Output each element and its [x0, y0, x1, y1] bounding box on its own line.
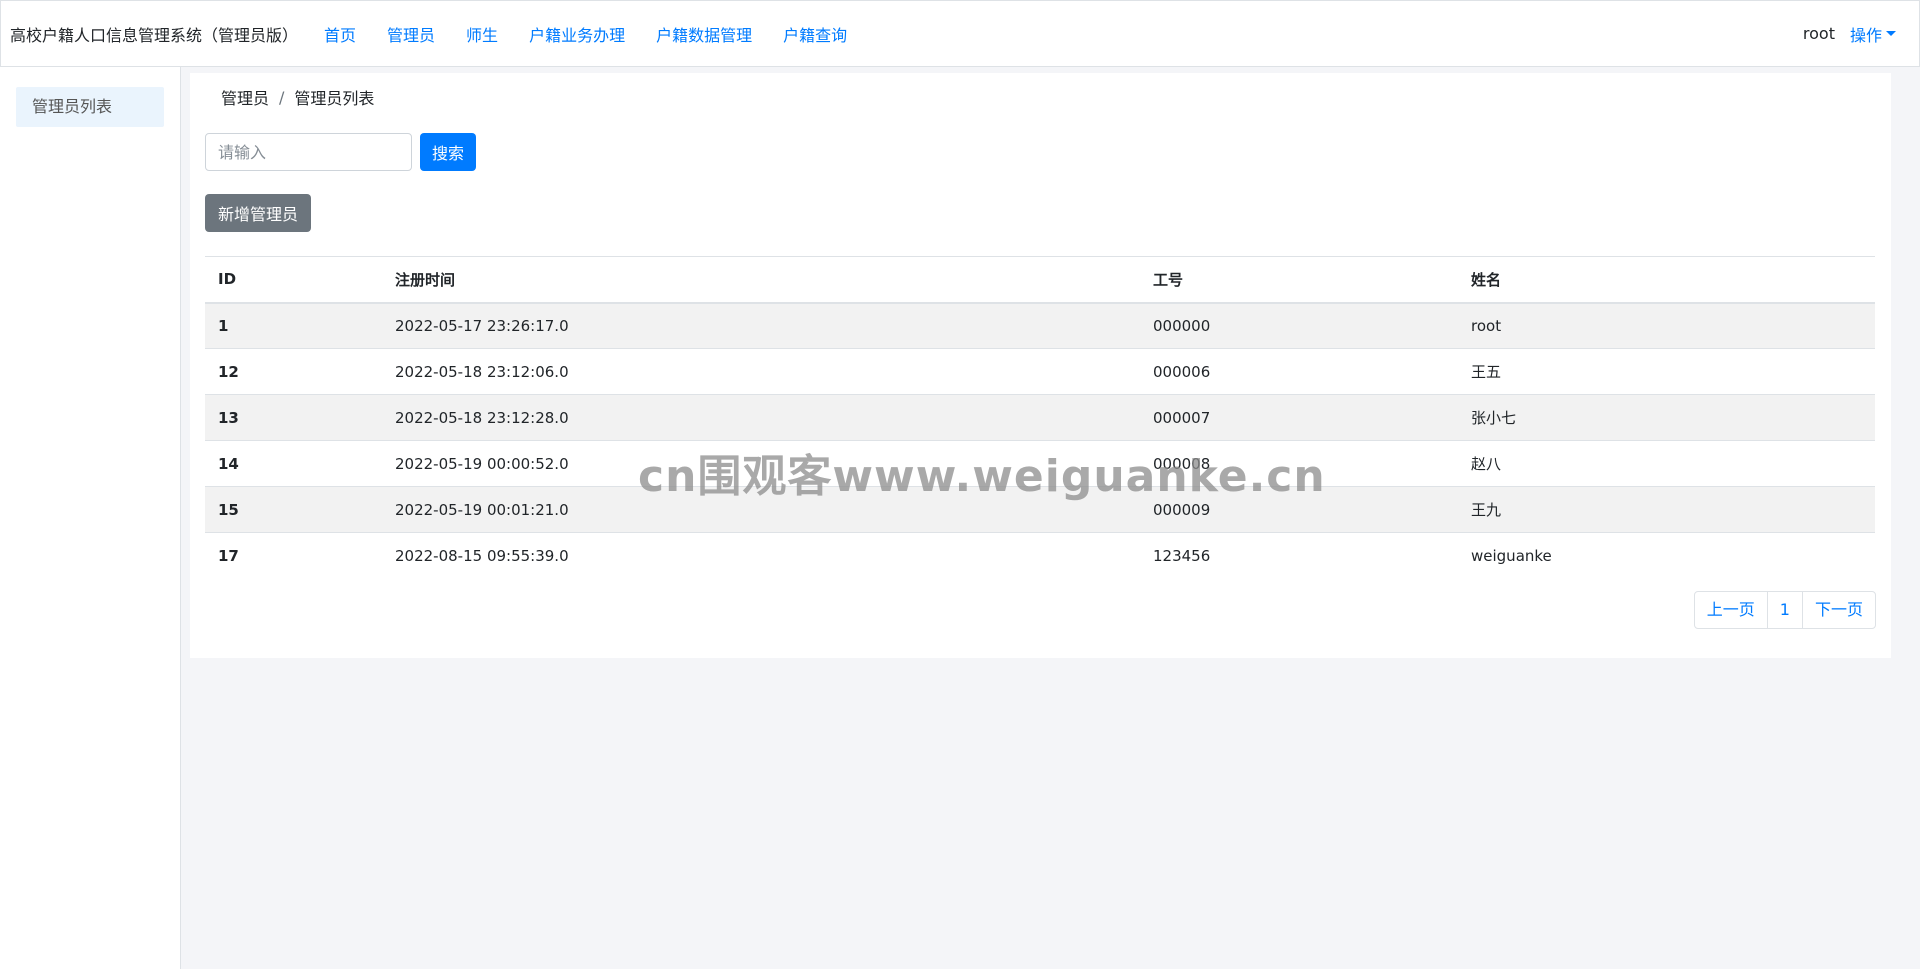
- breadcrumb: 管理员 / 管理员列表: [205, 73, 1876, 121]
- search-input[interactable]: [205, 133, 412, 171]
- cell-register-time: 2022-05-17 23:26:17.0: [382, 302, 1140, 349]
- cell-id: 17: [205, 532, 382, 579]
- cell-staff-number: 000009: [1140, 486, 1458, 533]
- page-number-button[interactable]: 1: [1766, 590, 1803, 629]
- table-row: 15 2022-05-19 00:01:21.0 000009 王九: [205, 486, 1875, 533]
- cell-id: 12: [205, 348, 382, 395]
- nav-link-registration-query[interactable]: 户籍查询: [783, 22, 847, 46]
- app-title: 高校户籍人口信息管理系统（管理员版）: [10, 25, 299, 45]
- cell-name: 王九: [1458, 486, 1875, 533]
- operations-label: 操作: [1849, 25, 1882, 45]
- search-row: 搜索: [205, 133, 1876, 171]
- nav-link-registration-data[interactable]: 户籍数据管理: [656, 22, 752, 46]
- nav-right: root 操作: [1803, 22, 1910, 46]
- cell-staff-number: 000000: [1140, 302, 1458, 349]
- column-header-id: ID: [205, 256, 382, 304]
- cell-staff-number: 000008: [1140, 440, 1458, 487]
- cell-id: 14: [205, 440, 382, 487]
- cell-register-time: 2022-05-19 00:01:21.0: [382, 486, 1140, 533]
- cell-id: 1: [205, 302, 382, 349]
- breadcrumb-separator: /: [279, 87, 285, 107]
- cell-name: root: [1458, 302, 1875, 349]
- table-row: 13 2022-05-18 23:12:28.0 000007 张小七: [205, 394, 1875, 441]
- column-header-register-time: 注册时间: [382, 256, 1140, 304]
- next-page-button[interactable]: 下一页: [1801, 590, 1876, 629]
- cell-name: weiguanke: [1458, 532, 1875, 579]
- admin-table: ID 注册时间 工号 姓名 1 2022-05-17 23:26:17.0 00…: [205, 256, 1875, 579]
- cell-staff-number: 123456: [1140, 532, 1458, 579]
- cell-register-time: 2022-08-15 09:55:39.0: [382, 532, 1140, 579]
- caret-down-icon: [1886, 31, 1896, 36]
- pagination: 上一页 1 下一页: [205, 590, 1876, 629]
- cell-staff-number: 000006: [1140, 348, 1458, 395]
- cell-register-time: 2022-05-19 00:00:52.0: [382, 440, 1140, 487]
- breadcrumb-current: 管理员列表: [294, 89, 375, 108]
- nav-links: 首页 管理员 师生 户籍业务办理 户籍数据管理 户籍查询: [324, 22, 878, 46]
- table-row: 12 2022-05-18 23:12:06.0 000006 王五: [205, 348, 1875, 395]
- sidebar: 管理员列表: [0, 67, 181, 969]
- sidebar-item-admin-list[interactable]: 管理员列表: [16, 87, 164, 127]
- prev-page-button[interactable]: 上一页: [1693, 590, 1768, 629]
- table-row: 14 2022-05-19 00:00:52.0 000008 赵八: [205, 440, 1875, 487]
- column-header-name: 姓名: [1458, 256, 1875, 304]
- nav-link-home[interactable]: 首页: [324, 22, 356, 46]
- table-header-row: ID 注册时间 工号 姓名: [205, 256, 1875, 304]
- nav-link-registration-business[interactable]: 户籍业务办理: [529, 22, 625, 46]
- cell-staff-number: 000007: [1140, 394, 1458, 441]
- current-user: root: [1802, 24, 1835, 43]
- cell-name: 张小七: [1458, 394, 1875, 441]
- breadcrumb-parent[interactable]: 管理员: [221, 85, 269, 109]
- table-row: 1 2022-05-17 23:26:17.0 000000 root: [205, 302, 1875, 349]
- cell-register-time: 2022-05-18 23:12:28.0: [382, 394, 1140, 441]
- main-content: 管理员 / 管理员列表 搜索 新增管理员 ID 注册时间 工号 姓名 1 202…: [190, 73, 1891, 658]
- cell-register-time: 2022-05-18 23:12:06.0: [382, 348, 1140, 395]
- nav-link-admin[interactable]: 管理员: [387, 22, 435, 46]
- cell-name: 王五: [1458, 348, 1875, 395]
- search-button[interactable]: 搜索: [420, 133, 477, 171]
- column-header-staff-number: 工号: [1140, 256, 1458, 304]
- cell-id: 13: [205, 394, 382, 441]
- operations-dropdown[interactable]: 操作: [1850, 22, 1896, 46]
- top-navbar: 高校户籍人口信息管理系统（管理员版） 首页 管理员 师生 户籍业务办理 户籍数据…: [0, 0, 1920, 67]
- add-admin-button[interactable]: 新增管理员: [205, 194, 312, 232]
- table-row: 17 2022-08-15 09:55:39.0 123456 weiguank…: [205, 532, 1875, 579]
- nav-link-teachers-students[interactable]: 师生: [466, 22, 498, 46]
- cell-name: 赵八: [1458, 440, 1875, 487]
- cell-id: 15: [205, 486, 382, 533]
